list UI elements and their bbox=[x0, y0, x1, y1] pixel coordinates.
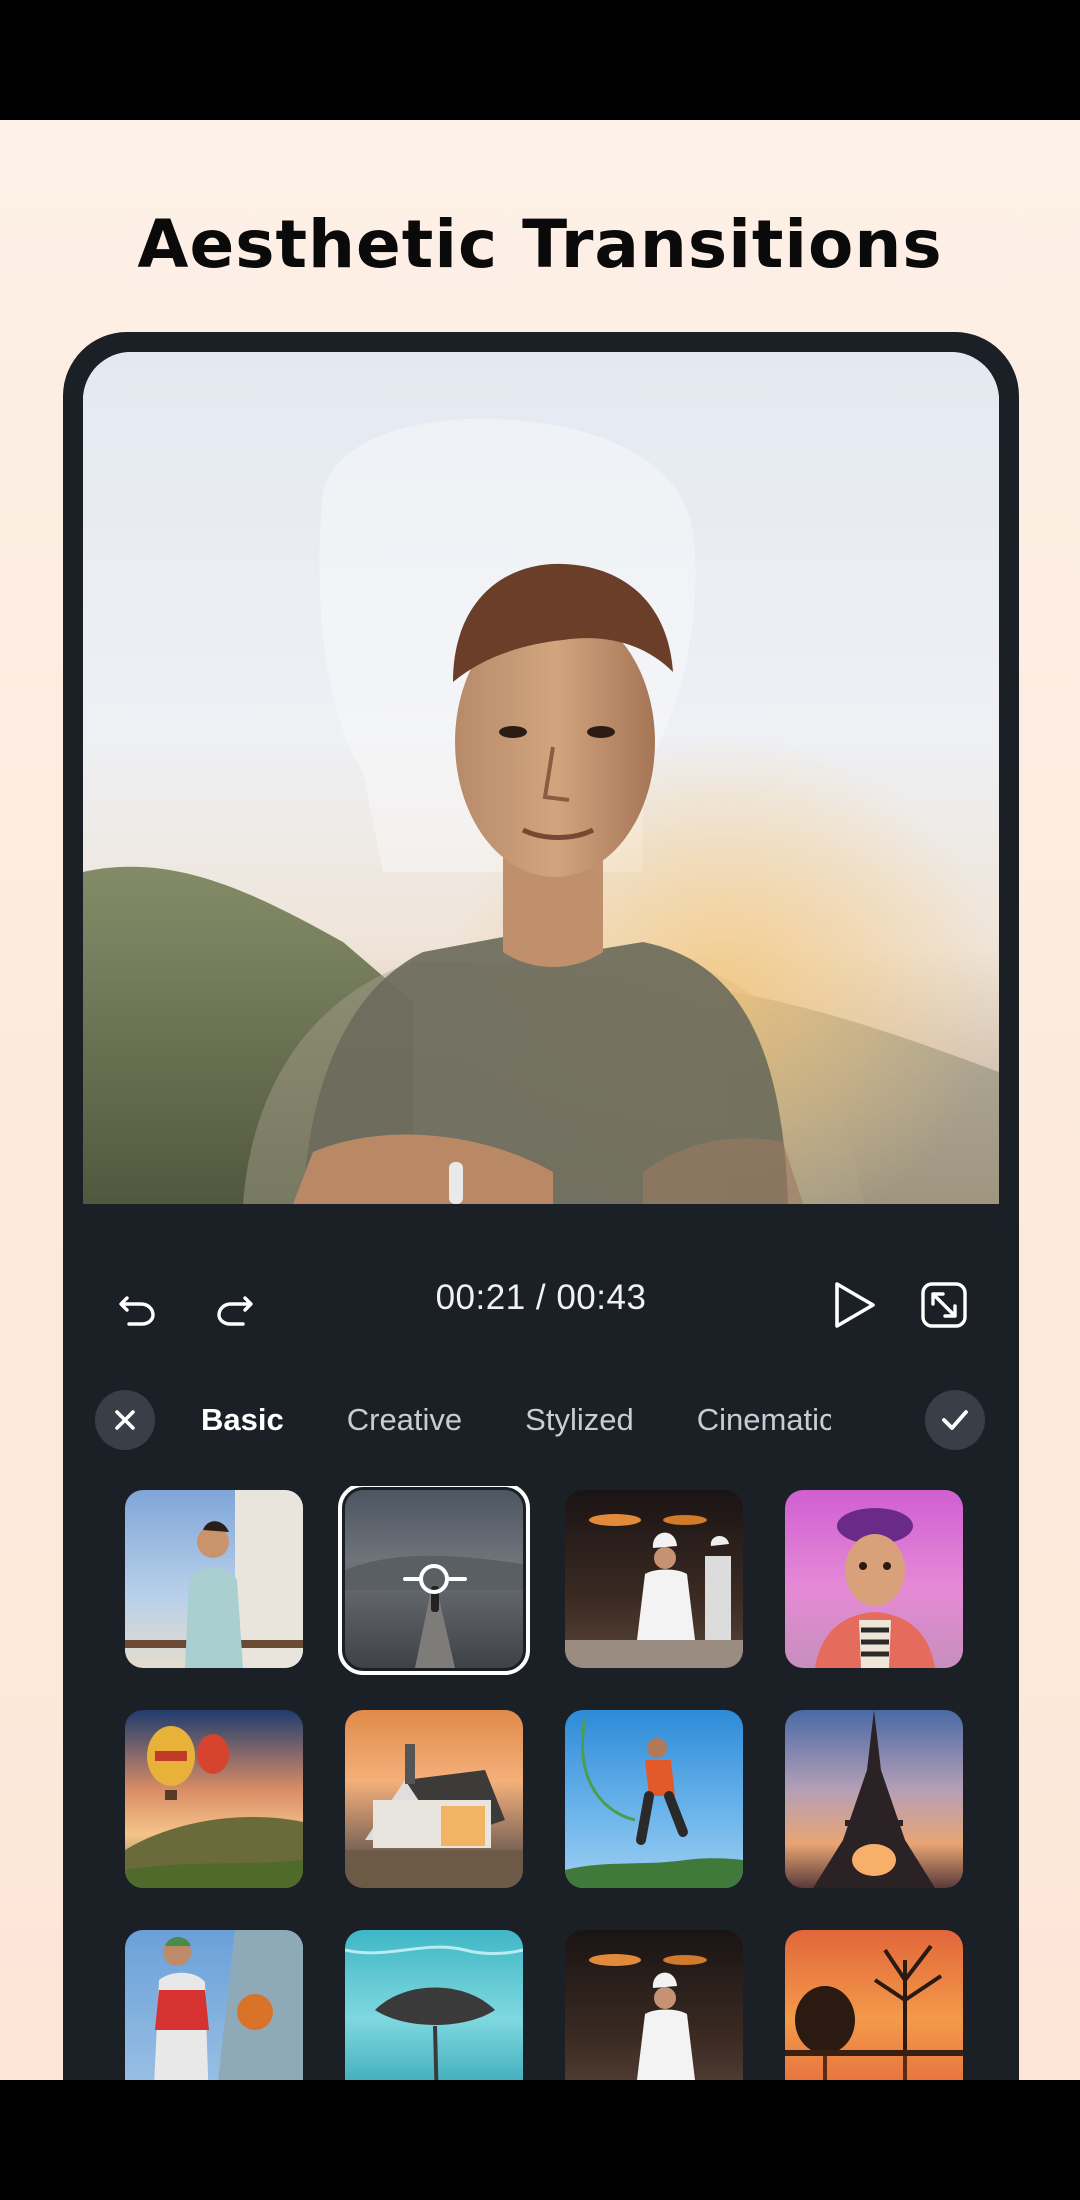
transition-thumb[interactable] bbox=[565, 1710, 743, 1888]
tab-cinematic[interactable]: Cinematic bbox=[697, 1402, 831, 1438]
transition-thumb[interactable] bbox=[785, 1930, 963, 2080]
transition-grid bbox=[125, 1486, 965, 2080]
transition-thumb[interactable] bbox=[785, 1490, 963, 1668]
transition-thumb[interactable] bbox=[565, 1490, 743, 1668]
headline: Aesthetic Transitions bbox=[137, 206, 943, 283]
thumb-image-trees bbox=[785, 1944, 963, 2080]
tab-stylized[interactable]: Stylized bbox=[525, 1402, 634, 1438]
transition-thumb[interactable] bbox=[125, 1710, 303, 1888]
navigation-bar bbox=[0, 2080, 1080, 2200]
promo-banner: Aesthetic Transitions 00:21 / 00:43 Basi… bbox=[0, 120, 1080, 2080]
thumb-image-road bbox=[345, 1555, 523, 1668]
thumb-image-beret bbox=[815, 1508, 935, 1668]
confirm-button[interactable] bbox=[925, 1390, 985, 1450]
tab-basic[interactable]: Basic bbox=[201, 1402, 284, 1438]
tab-creative[interactable]: Creative bbox=[347, 1402, 462, 1438]
video-preview[interactable] bbox=[83, 352, 999, 1204]
thumb-image-balloons bbox=[125, 1726, 303, 1888]
thumb-image-chef-2 bbox=[589, 1954, 707, 2080]
transition-thumb[interactable] bbox=[565, 1930, 743, 2080]
transition-thumb-selected[interactable] bbox=[338, 1486, 530, 1675]
play-icon bbox=[835, 1282, 875, 1328]
thumb-image-jumper bbox=[565, 1719, 743, 1888]
transition-thumb[interactable] bbox=[345, 1710, 523, 1888]
thumb-image-stingray bbox=[345, 1945, 523, 2080]
transition-thumb[interactable] bbox=[125, 1930, 303, 2080]
phone-frame: 00:21 / 00:43 Basic Creative Stylized Ci… bbox=[63, 332, 1019, 2080]
transition-thumb[interactable] bbox=[125, 1490, 303, 1668]
play-button[interactable] bbox=[819, 1270, 889, 1340]
fullscreen-button[interactable] bbox=[909, 1270, 979, 1340]
transition-thumb[interactable] bbox=[345, 1930, 523, 2080]
close-icon bbox=[115, 1410, 135, 1430]
thumb-image-basketball bbox=[154, 1930, 303, 2080]
transition-thumb[interactable] bbox=[785, 1710, 963, 1888]
thumb-image-house bbox=[345, 1744, 523, 1888]
status-bar bbox=[0, 0, 1080, 120]
cancel-button[interactable] bbox=[95, 1390, 155, 1450]
transition-category-tabs: Basic Creative Stylized Cinematic M bbox=[83, 1388, 999, 1452]
thumb-image-eiffel bbox=[813, 1710, 935, 1888]
tabs-scroller[interactable]: Basic Creative Stylized Cinematic M bbox=[201, 1388, 831, 1452]
editor-panel: 00:21 / 00:43 Basic Creative Stylized Ci… bbox=[83, 1204, 999, 2080]
preview-photo bbox=[83, 352, 999, 1204]
fullscreen-icon bbox=[921, 1282, 967, 1328]
check-icon bbox=[942, 1410, 968, 1430]
thumb-image-man-balcony bbox=[125, 1490, 303, 1668]
thumb-image-chef bbox=[565, 1514, 743, 1668]
